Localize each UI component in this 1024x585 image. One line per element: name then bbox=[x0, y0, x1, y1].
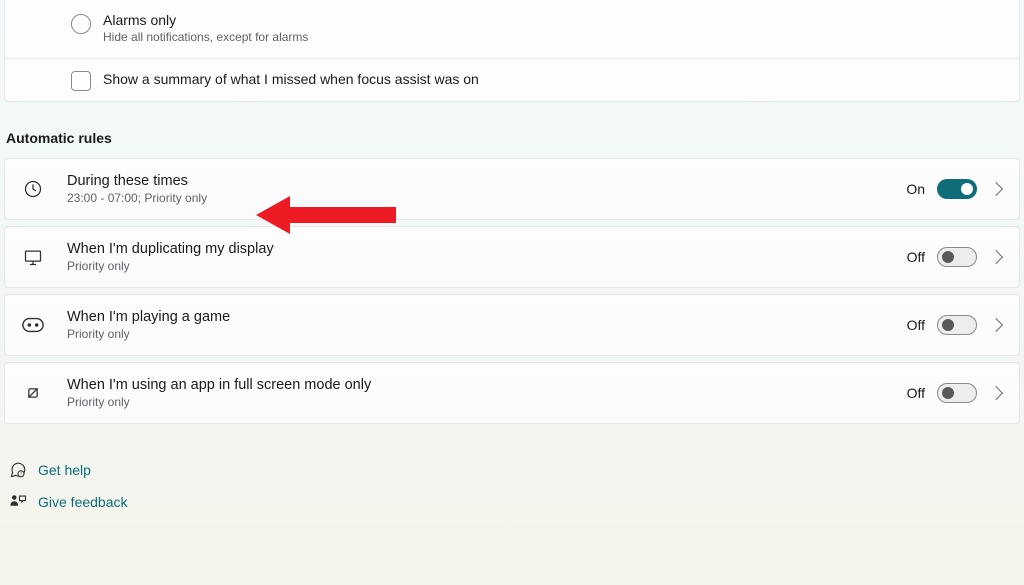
toggle-switch[interactable] bbox=[937, 179, 977, 199]
rule-labels: During these times 23:00 - 07:00; Priori… bbox=[67, 173, 906, 205]
rule-title: When I'm using an app in full screen mod… bbox=[67, 377, 907, 393]
rule-title: When I'm duplicating my display bbox=[67, 241, 907, 257]
chevron-right-icon[interactable] bbox=[989, 182, 1003, 196]
rule-subtitle: 23:00 - 07:00; Priority only bbox=[67, 191, 906, 205]
get-help-link[interactable]: ? Get help bbox=[8, 454, 1024, 486]
rule-fullscreen-app[interactable]: When I'm using an app in full screen mod… bbox=[4, 362, 1020, 424]
option-title: Alarms only bbox=[103, 12, 308, 28]
option-label-block: Alarms only Hide all notifications, exce… bbox=[103, 12, 308, 44]
rule-title: When I'm playing a game bbox=[67, 309, 907, 325]
rule-title: During these times bbox=[67, 173, 906, 189]
toggle-switch[interactable] bbox=[937, 247, 977, 267]
gamepad-icon bbox=[21, 313, 45, 337]
rule-labels: When I'm playing a game Priority only bbox=[67, 309, 907, 341]
clock-icon bbox=[21, 177, 45, 201]
rule-subtitle: Priority only bbox=[67, 327, 907, 341]
chevron-right-icon[interactable] bbox=[989, 386, 1003, 400]
chevron-right-icon[interactable] bbox=[989, 250, 1003, 264]
rule-playing-game[interactable]: When I'm playing a game Priority only Of… bbox=[4, 294, 1020, 356]
rule-duplicating-display[interactable]: When I'm duplicating my display Priority… bbox=[4, 226, 1020, 288]
expand-icon bbox=[21, 381, 45, 405]
rule-labels: When I'm using an app in full screen mod… bbox=[67, 377, 907, 409]
rule-during-times[interactable]: During these times 23:00 - 07:00; Priori… bbox=[4, 158, 1020, 220]
rule-state-label: Off bbox=[907, 385, 925, 401]
footer-link-label: Get help bbox=[38, 462, 91, 478]
give-feedback-link[interactable]: Give feedback bbox=[8, 486, 1024, 518]
rule-labels: When I'm duplicating my display Priority… bbox=[67, 241, 907, 273]
chevron-right-icon[interactable] bbox=[989, 318, 1003, 332]
feedback-icon bbox=[8, 492, 28, 512]
checkbox-icon[interactable] bbox=[71, 71, 91, 91]
rule-subtitle: Priority only bbox=[67, 395, 907, 409]
option-label-block: Show a summary of what I missed when foc… bbox=[103, 71, 479, 87]
option-title: Show a summary of what I missed when foc… bbox=[103, 71, 479, 87]
focus-options-card: Alarms only Hide all notifications, exce… bbox=[4, 0, 1020, 102]
toggle-switch[interactable] bbox=[937, 315, 977, 335]
option-summary[interactable]: Show a summary of what I missed when foc… bbox=[5, 58, 1019, 101]
rule-state-label: Off bbox=[907, 317, 925, 333]
rule-subtitle: Priority only bbox=[67, 259, 907, 273]
help-icon: ? bbox=[8, 460, 28, 480]
footer-link-label: Give feedback bbox=[38, 494, 128, 510]
rule-state-label: On bbox=[906, 181, 925, 197]
section-heading-automatic-rules: Automatic rules bbox=[0, 102, 1024, 158]
option-subtitle: Hide all notifications, except for alarm… bbox=[103, 30, 308, 44]
radio-icon[interactable] bbox=[71, 14, 91, 34]
rule-state-label: Off bbox=[907, 249, 925, 265]
toggle-switch[interactable] bbox=[937, 383, 977, 403]
footer: ? Get help Give feedback bbox=[0, 430, 1024, 518]
option-alarms-only[interactable]: Alarms only Hide all notifications, exce… bbox=[5, 0, 1019, 58]
monitor-icon bbox=[21, 245, 45, 269]
